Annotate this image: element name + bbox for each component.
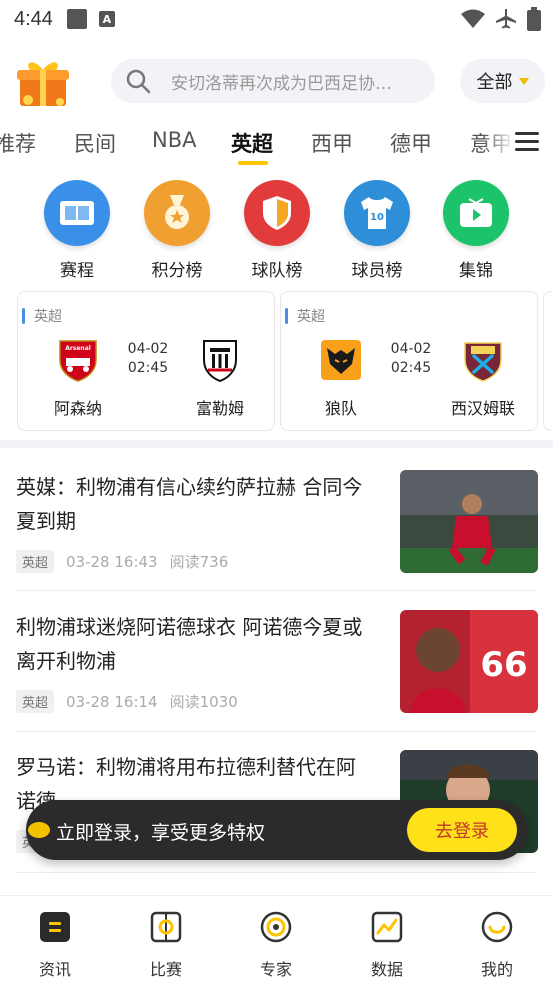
- menu-icon[interactable]: [515, 132, 539, 152]
- west-ham-crest-icon: [464, 342, 502, 382]
- match-card[interactable]: 英超 Arsenal 04-02 02:45 阿森纳 富勒姆: [17, 291, 275, 431]
- quick-entry-highlights[interactable]: 集锦: [436, 180, 516, 281]
- match-datetime: 04-02 02:45: [381, 340, 441, 378]
- medal-icon: [165, 195, 189, 229]
- match-time: 02:45: [127, 360, 169, 376]
- notification-square-icon: [66, 9, 87, 29]
- coin-icon: [28, 822, 50, 838]
- all-filter-dropdown[interactable]: 全部: [460, 59, 545, 103]
- match-time: 02:45: [390, 360, 432, 376]
- shield-icon: [263, 196, 291, 230]
- match-card[interactable]: 英超 04-02 02:45 狼队 西汉姆联: [280, 291, 538, 431]
- schedule-icon: [60, 201, 94, 225]
- news-thumbnail-image: 66: [400, 610, 538, 713]
- nav-news[interactable]: 资讯: [15, 910, 95, 980]
- data-chart-icon: [371, 911, 403, 943]
- away-team-name: 西汉姆联: [450, 399, 515, 418]
- news-title: 利物浦球迷烧阿诺德球衣 阿诺德今夏或离开利物浦: [16, 615, 363, 673]
- nav-experts[interactable]: 专家: [236, 910, 316, 980]
- a-keyboard-icon: A: [98, 11, 115, 27]
- news-datetime: 03-28 16:43: [66, 552, 158, 571]
- quick-entry-row: 赛程 积分榜 球队榜 10 球员榜 集锦: [0, 180, 553, 285]
- news-tag: 英超: [16, 550, 55, 573]
- tab-recommend[interactable]: 推荐: [0, 128, 36, 158]
- wifi-icon: [461, 9, 485, 28]
- away-team-name: 富勒姆: [195, 399, 244, 418]
- bottom-navigation: 资讯 比赛 专家 数据 我的: [0, 895, 553, 983]
- search-icon: [126, 69, 151, 94]
- category-tabs: 推荐 民间 NBA 英超 西甲 德甲 意甲: [0, 120, 553, 170]
- news-datetime: 03-28 16:14: [66, 692, 158, 711]
- match-carousel: 英超 Arsenal 04-02 02:45 阿森纳 富勒姆 英超 04-02 …: [0, 291, 553, 433]
- gift-box-icon[interactable]: [14, 56, 72, 108]
- tab-nba[interactable]: NBA: [152, 128, 196, 152]
- header: 安切洛蒂再次成为巴西足协… 全部: [0, 52, 553, 110]
- home-team-name: 阿森纳: [53, 399, 102, 418]
- search-placeholder: 安切洛蒂再次成为巴西足协…: [171, 73, 392, 94]
- all-filter-label: 全部: [476, 72, 513, 93]
- wolves-crest-icon: [321, 340, 361, 380]
- fulham-crest-icon: [203, 340, 237, 382]
- news-icon: [40, 912, 70, 942]
- home-team-name: 狼队: [324, 399, 357, 418]
- svg-text:66: 66: [480, 645, 527, 685]
- profile-icon: [481, 911, 513, 943]
- news-item[interactable]: 利物浦球迷烧阿诺德球衣 阿诺德今夏或离开利物浦 英超 03-28 16:14 阅…: [0, 610, 553, 750]
- match-league: 英超: [34, 309, 62, 325]
- news-title: 英媒：利物浦有信心续约萨拉赫 合同今夏到期: [16, 475, 363, 533]
- svg-text:10: 10: [370, 212, 384, 223]
- battery-icon: [527, 7, 541, 31]
- jersey-icon: 10: [361, 197, 393, 229]
- match-icon: [150, 911, 182, 943]
- tab-bundesliga[interactable]: 德甲: [390, 128, 432, 158]
- quick-entry-schedule[interactable]: 赛程: [37, 180, 117, 281]
- match-datetime: 04-02 02:45: [118, 340, 178, 378]
- quick-entry-team-ranking[interactable]: 球队榜: [237, 180, 317, 281]
- search-input[interactable]: 安切洛蒂再次成为巴西足协…: [111, 59, 435, 103]
- match-league: 英超: [297, 309, 325, 325]
- quick-entry-player-ranking[interactable]: 10 球员榜: [337, 180, 417, 281]
- arsenal-crest-icon: Arsenal: [59, 340, 97, 382]
- tab-folk[interactable]: 民间: [74, 128, 116, 158]
- login-button[interactable]: 去登录: [407, 808, 517, 852]
- video-play-icon: [460, 198, 492, 227]
- tab-premier-league[interactable]: 英超: [231, 128, 273, 158]
- news-meta: 英超 03-28 16:14 阅读1030: [16, 690, 238, 713]
- tab-la-liga[interactable]: 西甲: [311, 128, 353, 158]
- login-prompt-toast: 立即登录，享受更多特权 去登录: [26, 800, 528, 860]
- svg-text:Arsenal: Arsenal: [65, 345, 91, 352]
- news-meta: 英超 03-28 16:43 阅读736: [16, 550, 228, 573]
- quick-entry-standings[interactable]: 积分榜: [137, 180, 217, 281]
- nav-profile[interactable]: 我的: [457, 910, 537, 980]
- match-card-peek[interactable]: [543, 291, 553, 431]
- nav-data[interactable]: 数据: [347, 910, 427, 980]
- caret-down-icon: [518, 77, 529, 85]
- status-bar: 4:44 A: [0, 0, 553, 38]
- section-divider: [0, 440, 553, 448]
- nav-matches[interactable]: 比赛: [126, 910, 206, 980]
- expert-icon: [260, 911, 292, 943]
- active-tab-indicator: [238, 161, 268, 165]
- news-thumbnail-image: [400, 470, 538, 573]
- airplane-mode-icon: [496, 9, 516, 29]
- news-reads: 阅读1030: [169, 693, 238, 711]
- match-date: 04-02: [127, 341, 169, 357]
- news-item[interactable]: 英媒：利物浦有信心续约萨拉赫 合同今夏到期 英超 03-28 16:43 阅读7…: [0, 470, 553, 610]
- news-tag: 英超: [16, 690, 55, 713]
- status-time: 4:44: [14, 7, 53, 30]
- match-date: 04-02: [390, 341, 432, 357]
- news-reads: 阅读736: [169, 553, 229, 571]
- login-prompt-text: 立即登录，享受更多特权: [56, 822, 266, 844]
